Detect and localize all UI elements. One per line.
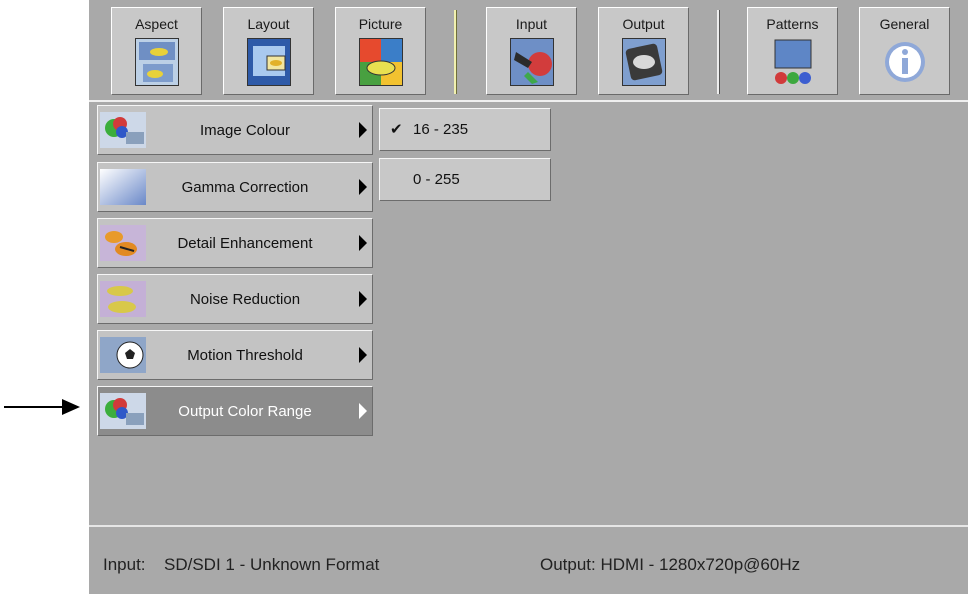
tab-aspect-label: Aspect [135, 16, 178, 32]
status-output: Output: HDMI - 1280x720p@60Hz [540, 555, 801, 574]
menu-item-output-color-range[interactable]: Output Color Range [97, 386, 373, 436]
chevron-right-icon [359, 179, 367, 195]
tab-output[interactable]: Output [598, 7, 689, 95]
fish-picture-icon [359, 38, 403, 86]
motion-ball-icon [100, 337, 146, 373]
chevron-right-icon [359, 122, 367, 138]
tab-separator [717, 10, 720, 94]
pointer-arrow-icon [4, 399, 80, 415]
tab-picture-label: Picture [358, 16, 403, 32]
noise-reduction-icon [100, 281, 146, 317]
tab-picture[interactable]: Picture [335, 7, 426, 95]
tab-input-label: Input [515, 16, 548, 32]
tab-general-label: General [879, 16, 930, 32]
menu-item-gamma-correction[interactable]: Gamma Correction [97, 162, 373, 212]
chevron-right-icon [359, 347, 367, 363]
menu-item-label: Motion Threshold [187, 347, 303, 364]
fish-aspect-icon [135, 38, 179, 86]
status-input-label: Input: [103, 555, 146, 574]
tab-layout-label: Layout [247, 16, 290, 32]
tab-aspect[interactable]: Aspect [111, 7, 202, 95]
menu-item-label: Noise Reduction [189, 291, 301, 308]
status-bar: Input: SD/SDI 1 - Unknown Format Output:… [89, 525, 968, 594]
menu-item-label: Image Colour [199, 122, 291, 139]
tab-input[interactable]: Input [486, 7, 577, 95]
status-input-value: SD/SDI 1 - Unknown Format [164, 555, 380, 574]
connector-plug-icon [510, 38, 554, 86]
top-tab-bar: Aspect Layout Picture Input Output Patte… [89, 0, 968, 102]
output-color-range-icon [100, 393, 146, 429]
menu-item-label: Gamma Correction [181, 179, 309, 196]
menu-item-noise-reduction[interactable]: Noise Reduction [97, 274, 373, 324]
tab-layout[interactable]: Layout [223, 7, 314, 95]
option-16-235[interactable]: ✔ 16 - 235 [379, 108, 551, 151]
tab-separator [454, 10, 457, 94]
gamma-icon [100, 169, 146, 205]
menu-item-image-colour[interactable]: Image Colour [97, 105, 373, 155]
chevron-right-icon [359, 403, 367, 419]
tab-patterns[interactable]: Patterns [747, 7, 838, 95]
option-label: 0 - 255 [413, 171, 460, 188]
chevron-right-icon [359, 235, 367, 251]
monitor-rgb-icon [774, 39, 812, 84]
detail-enhancement-icon [100, 225, 146, 261]
info-icon [885, 42, 925, 82]
fish-layout-icon [247, 38, 291, 86]
menu-item-detail-enhancement[interactable]: Detail Enhancement [97, 218, 373, 268]
tab-general[interactable]: General [859, 7, 950, 95]
tab-output-label: Output [622, 16, 665, 32]
option-0-255[interactable]: 0 - 255 [379, 158, 551, 201]
menu-item-label: Output Color Range [178, 403, 312, 420]
vxp-chip-icon [622, 38, 666, 86]
settings-panel: Aspect Layout Picture Input Output Patte… [89, 0, 968, 594]
menu-item-label: Detail Enhancement [177, 235, 313, 252]
menu-item-motion-threshold[interactable]: Motion Threshold [97, 330, 373, 380]
chevron-right-icon [359, 291, 367, 307]
image-colour-icon [100, 112, 146, 148]
checkmark-icon: ✔ [390, 121, 403, 138]
option-label: 16 - 235 [413, 121, 469, 138]
tab-patterns-label: Patterns [766, 16, 819, 32]
